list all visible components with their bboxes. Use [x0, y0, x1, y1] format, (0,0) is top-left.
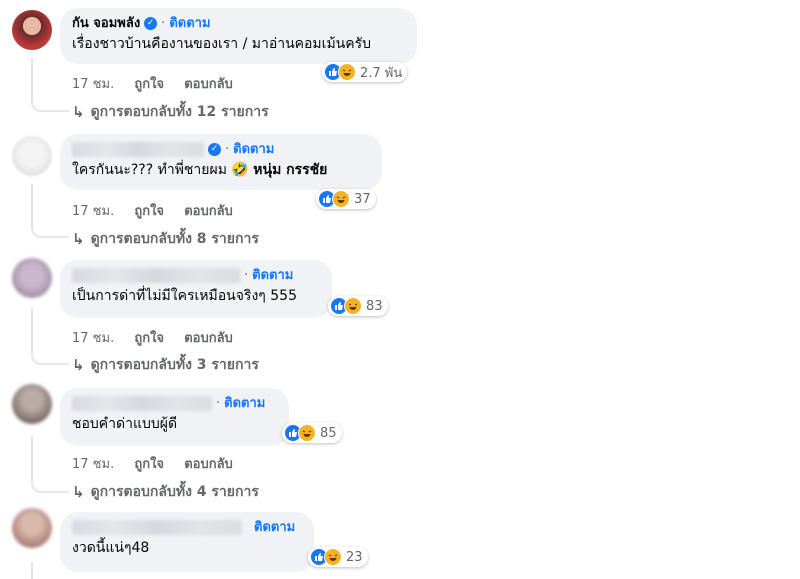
like-button[interactable]: ถูกใจ	[134, 77, 164, 92]
reaction-count: 23	[346, 549, 363, 565]
avatar[interactable]	[12, 258, 52, 298]
reply-arrow-icon: ↳	[72, 483, 85, 501]
like-button[interactable]: ถูกใจ	[134, 457, 164, 472]
avatar[interactable]	[12, 384, 52, 424]
reply-button[interactable]: ตอบกลับ	[184, 457, 233, 472]
timestamp[interactable]: 17 ชม.	[72, 77, 114, 92]
comment-text: งวดนี้แน่ๆ48	[72, 540, 150, 556]
commenter-name[interactable]	[72, 142, 204, 157]
thread-line	[31, 562, 69, 579]
avatar[interactable]	[12, 10, 52, 50]
comment-actions: 17 ชม. ถูกใจ ตอบกลับ	[72, 327, 249, 348]
reaction-count: 2.7 พัน	[360, 65, 403, 81]
reaction-summary[interactable]: 83	[328, 296, 388, 316]
thread-line	[31, 58, 69, 112]
view-replies-link[interactable]: ↳ ดูการตอบกลับทั้ง 12 รายการ	[72, 101, 269, 123]
follow-button[interactable]: ติดตาม	[233, 141, 274, 158]
reaction-count: 37	[354, 191, 371, 207]
comment-bubble: · ติดตาม เป็นการด่าที่ไม่มีใครเหมือนจริง…	[60, 260, 332, 318]
reaction-count: 85	[320, 425, 337, 441]
follow-button[interactable]: ติดตาม	[224, 395, 265, 412]
haha-reaction-icon	[298, 424, 316, 442]
thread-line	[31, 308, 69, 365]
comment-text: ใครกันนะ??? ทำพี่ชายผม 🤣 หนุ่ม กรรชัย	[72, 162, 328, 178]
comment-text: เรื่องชาวบ้านคืองานของเรา / มาอ่านคอมเม้…	[72, 36, 372, 52]
follow-button[interactable]: ติดตาม	[252, 267, 293, 284]
view-replies-link[interactable]: ↳ ดูการตอบกลับทั้ง 3 รายการ	[72, 354, 259, 376]
comment-text: เป็นการด่าที่ไม่มีใครเหมือนจริงๆ 555	[72, 288, 297, 304]
comment-bubble: ✓ · ติดตาม ใครกันนะ??? ทำพี่ชายผม 🤣 หนุ่…	[60, 134, 382, 190]
like-button[interactable]: ถูกใจ	[134, 331, 164, 346]
reply-arrow-icon: ↳	[72, 103, 85, 121]
follow-button[interactable]: ติดตาม	[254, 519, 295, 536]
comment-bubble: กัน จอมพลัง ✓ · ติดตาม เรื่องชาวบ้านคือง…	[60, 8, 417, 64]
reply-arrow-icon: ↳	[72, 356, 85, 374]
reaction-summary[interactable]: 37	[316, 189, 376, 209]
thread-line	[31, 184, 69, 238]
comment-bubble: · ติดตาม ชอบคำด่าแบบผู้ดี	[60, 388, 289, 446]
comment-actions: 17 ชม. ถูกใจ ตอบกลับ	[72, 200, 249, 221]
haha-reaction-icon	[332, 190, 350, 208]
view-replies-link[interactable]: ↳ ดูการตอบกลับทั้ง 8 รายการ	[72, 228, 259, 250]
rofl-emoji: 🤣	[231, 162, 249, 178]
reply-button[interactable]: ตอบกลับ	[184, 204, 233, 219]
reaction-summary[interactable]: 2.7 พัน	[322, 62, 408, 82]
view-replies-link[interactable]: ↳ ดูการตอบกลับทั้ง 4 รายการ	[72, 481, 259, 503]
reply-arrow-icon: ↳	[72, 230, 85, 248]
reply-button[interactable]: ตอบกลับ	[184, 77, 233, 92]
verified-badge-icon: ✓	[208, 143, 221, 156]
verified-badge-icon: ✓	[144, 17, 158, 30]
avatar[interactable]	[12, 508, 52, 548]
commenter-name[interactable]	[72, 268, 240, 283]
comment-text: ชอบคำด่าแบบผู้ดี	[72, 416, 178, 432]
like-button[interactable]: ถูกใจ	[134, 204, 164, 219]
reaction-summary[interactable]: 23	[308, 547, 368, 567]
reaction-summary[interactable]: 85	[282, 423, 342, 443]
reaction-count: 83	[366, 298, 383, 314]
haha-reaction-icon	[338, 63, 356, 81]
comment-bubble: ติดตาม งวดนี้แน่ๆ48	[60, 512, 314, 572]
follow-button[interactable]: ติดตาม	[169, 15, 210, 32]
commenter-name[interactable]: กัน จอมพลัง	[72, 15, 140, 32]
timestamp[interactable]: 17 ชม.	[72, 457, 114, 472]
haha-reaction-icon	[324, 548, 342, 566]
commenter-name[interactable]	[72, 520, 242, 535]
reply-button[interactable]: ตอบกลับ	[184, 331, 233, 346]
comment-actions: 17 ชม. ถูกใจ ตอบกลับ	[72, 73, 249, 94]
timestamp[interactable]: 17 ชม.	[72, 331, 114, 346]
thread-line	[31, 436, 69, 493]
haha-reaction-icon	[344, 297, 362, 315]
mention-link[interactable]: หนุ่ม กรรชัย	[253, 162, 327, 178]
commenter-name[interactable]	[72, 396, 212, 411]
comment-actions: 17 ชม. ถูกใจ ตอบกลับ	[72, 453, 249, 474]
avatar[interactable]	[12, 136, 52, 176]
timestamp[interactable]: 17 ชม.	[72, 204, 114, 219]
